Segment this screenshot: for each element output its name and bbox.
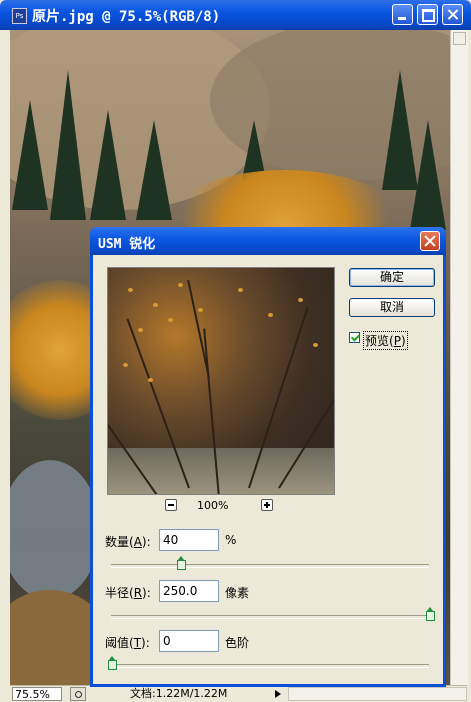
threshold-slider-track[interactable] <box>111 664 429 668</box>
threshold-access-key: T <box>133 636 142 650</box>
document-size: 文档:1.22M/1.22M <box>130 687 228 700</box>
radius-label: 半径(R): <box>105 586 151 600</box>
leaf <box>298 298 303 302</box>
amount-slider-track[interactable] <box>111 564 429 568</box>
usm-sharpen-dialog: USM 锐化 100% 确定 取消 预览(P) 数量(A): 40 % 半径(R… <box>90 227 446 687</box>
amount-slider-thumb[interactable] <box>177 556 186 570</box>
threshold-label: 阈值(T): <box>105 636 150 650</box>
preview-checkbox-label[interactable]: 预览(P) <box>363 331 408 350</box>
leaf <box>313 343 318 347</box>
zoom-out-icon[interactable] <box>165 499 177 511</box>
leaf <box>198 308 203 312</box>
leaf <box>153 303 158 307</box>
amount-label: 数量(A): <box>105 535 151 549</box>
radius-access-key: R <box>133 586 143 600</box>
photoshop-icon: Ps <box>12 8 27 24</box>
preview-access-key: P <box>393 334 401 348</box>
window-title: 原片.jpg @ 75.5%(RGB/8) <box>32 9 221 25</box>
ok-button[interactable]: 确定 <box>349 268 435 287</box>
pine-tree <box>12 100 48 210</box>
preview-image[interactable] <box>107 267 335 495</box>
preview-checkbox[interactable] <box>349 332 360 343</box>
leaf <box>138 328 143 332</box>
dialog-close-icon[interactable] <box>420 231 440 251</box>
leaf <box>178 283 183 287</box>
threshold-label-text: 阈值 <box>105 636 130 650</box>
minimize-icon[interactable] <box>392 4 413 25</box>
radius-slider-track[interactable] <box>111 615 429 619</box>
radius-unit: 像素 <box>225 586 250 600</box>
maximize-icon[interactable] <box>417 4 438 25</box>
zoom-in-icon[interactable] <box>261 499 273 511</box>
preview-zoom-level: 100% <box>197 499 229 512</box>
amount-input[interactable]: 40 <box>159 529 219 551</box>
leaf <box>238 288 243 292</box>
amount-access-key: A <box>133 535 142 549</box>
radius-input[interactable]: 250.0 <box>159 580 219 602</box>
window-title-bar[interactable]: Ps 原片.jpg @ 75.5%(RGB/8) <box>0 0 471 30</box>
threshold-input[interactable]: 0 <box>159 630 219 652</box>
close-icon[interactable] <box>442 4 463 25</box>
river-rocks <box>10 460 100 600</box>
pine-tree <box>136 120 172 220</box>
radius-label-text: 半径 <box>105 586 130 600</box>
zoom-field[interactable]: 75.5% <box>12 687 62 701</box>
leaf <box>148 378 153 382</box>
pine-tree <box>50 70 86 220</box>
threshold-unit: 色阶 <box>225 636 250 650</box>
dialog-title: USM 锐化 <box>98 237 156 252</box>
radius-slider-thumb[interactable] <box>426 607 435 621</box>
pine-tree <box>410 120 446 230</box>
status-bar: 75.5% 文档:1.22M/1.22M <box>10 685 467 702</box>
leaf <box>123 363 128 367</box>
amount-label-text: 数量 <box>105 535 130 549</box>
leaf <box>128 288 133 292</box>
status-info-icon[interactable] <box>70 687 86 701</box>
leaf <box>268 313 273 317</box>
branch <box>187 279 210 379</box>
amount-unit: % <box>225 533 237 547</box>
leaf <box>168 318 173 322</box>
scroll-up-icon[interactable] <box>453 32 466 45</box>
dialog-title-bar[interactable]: USM 锐化 <box>90 227 446 255</box>
cancel-button[interactable]: 取消 <box>349 298 435 317</box>
threshold-slider-thumb[interactable] <box>108 656 117 670</box>
pine-tree <box>90 110 126 220</box>
horizontal-scrollbar[interactable] <box>288 687 467 701</box>
preview-label-text: 预览 <box>365 334 390 348</box>
vertical-scrollbar[interactable] <box>450 30 468 685</box>
status-menu-arrow-icon[interactable] <box>272 687 284 701</box>
